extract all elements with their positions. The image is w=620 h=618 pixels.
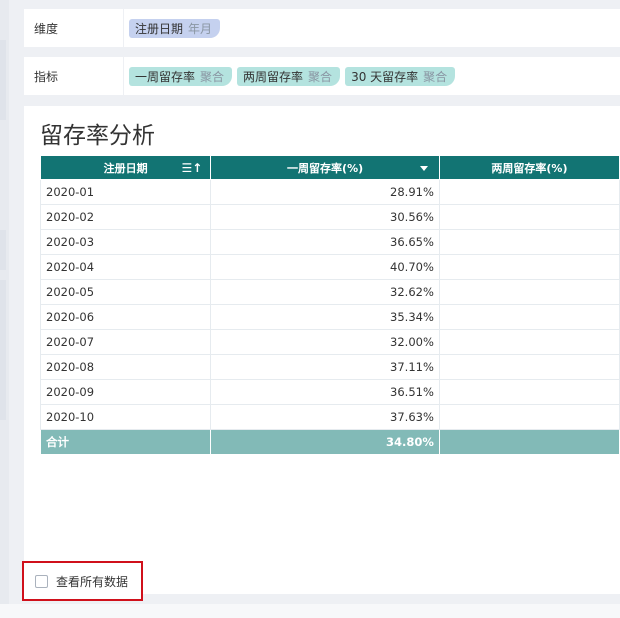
cell-week2 <box>438 254 620 280</box>
cell-date: 2020-05 <box>39 279 212 305</box>
rail-segment <box>0 230 6 270</box>
cell-date: 2020-04 <box>39 254 212 280</box>
view-all-data-toggle[interactable]: 查看所有数据 <box>22 561 143 601</box>
cell-date: 2020-08 <box>39 354 212 380</box>
cell-date: 2020-01 <box>39 179 212 205</box>
table-row: 2020-03 36.65% <box>39 229 620 255</box>
cell-week2 <box>438 179 620 205</box>
cell-date: 2020-02 <box>39 204 212 230</box>
cell-date: 2020-10 <box>39 404 212 430</box>
pill-aggregation[interactable]: 聚合 <box>200 68 224 85</box>
cell-week2 <box>438 204 620 230</box>
cell-date: 2020-03 <box>39 229 212 255</box>
table-row: 2020-04 40.70% <box>39 254 620 280</box>
column-header-date[interactable]: 注册日期 ☰↑ <box>39 155 212 180</box>
table-row: 2020-01 28.91% <box>39 179 620 205</box>
cell-week2 <box>438 229 620 255</box>
table-row: 2020-09 36.51% <box>39 379 620 405</box>
pill-aggregation[interactable]: 聚合 <box>423 68 447 85</box>
sort-icon[interactable]: ☰↑ <box>181 161 202 175</box>
table-row: 2020-02 30.56% <box>39 204 620 230</box>
total-week1: 34.80% <box>210 429 440 455</box>
total-week2 <box>438 429 620 455</box>
metric-pill-week1[interactable]: 一周留存率 聚合 <box>129 66 233 86</box>
table-row: 2020-10 37.63% <box>39 404 620 430</box>
pill-field-name: 一周留存率 <box>135 69 196 84</box>
cell-week1: 32.00% <box>210 329 440 355</box>
cell-week1: 35.34% <box>210 304 440 330</box>
table-row: 2020-05 32.62% <box>39 279 620 305</box>
table-row: 2020-08 37.11% <box>39 354 620 380</box>
dimension-row: 维度 注册日期 年月 <box>24 9 620 47</box>
report-title: 留存率分析 <box>40 123 155 149</box>
total-row: 合计 34.80% <box>39 429 620 455</box>
dimension-pill-register-date[interactable]: 注册日期 年月 <box>129 18 221 38</box>
pill-aggregation[interactable]: 聚合 <box>308 68 332 85</box>
column-header-week2[interactable]: 两周留存率(%) <box>438 155 620 180</box>
cell-week1: 36.65% <box>210 229 440 255</box>
metric-pills: 一周留存率 聚合 两周留存率 聚合 30 天留存率 聚合 <box>124 66 620 86</box>
report-table: 注册日期 ☰↑ 一周留存率(%) 两周留存率(%) 2020-01 28.91% 2… <box>39 155 620 455</box>
cell-week1: 30.56% <box>210 204 440 230</box>
metrics-label: 指标 <box>24 57 124 95</box>
table-header-row: 注册日期 ☰↑ 一周留存率(%) 两周留存率(%) <box>39 155 620 180</box>
dimension-label: 维度 <box>24 9 124 47</box>
dimension-pills: 注册日期 年月 <box>124 18 620 38</box>
cell-week1: 36.51% <box>210 379 440 405</box>
cell-week1: 40.70% <box>210 254 440 280</box>
rail-segment <box>0 40 6 120</box>
pill-aggregation[interactable]: 年月 <box>188 20 212 37</box>
cell-date: 2020-07 <box>39 329 212 355</box>
cell-date: 2020-06 <box>39 304 212 330</box>
metric-pill-week2[interactable]: 两周留存率 聚合 <box>237 66 341 86</box>
cell-week2 <box>438 404 620 430</box>
cell-week1: 37.63% <box>210 404 440 430</box>
cell-date: 2020-09 <box>39 379 212 405</box>
report-panel: 留存率分析 注册日期 ☰↑ 一周留存率(%) 两周留存率(%) 2020-01 2… <box>24 106 620 594</box>
view-all-checkbox[interactable] <box>35 574 48 588</box>
cell-week1: 32.62% <box>210 279 440 305</box>
total-label: 合计 <box>39 429 212 455</box>
cell-week2 <box>438 379 620 405</box>
cell-week2 <box>438 279 620 305</box>
rail-segment <box>0 280 6 420</box>
cell-week1: 28.91% <box>210 179 440 205</box>
column-header-label: 两周留存率(%) <box>491 161 568 175</box>
column-header-label: 一周留存率(%) <box>287 161 364 175</box>
pill-field-name: 两周留存率 <box>243 69 304 84</box>
table-row: 2020-07 32.00% <box>39 329 620 355</box>
column-header-week1[interactable]: 一周留存率(%) <box>210 155 440 180</box>
left-rail <box>0 0 9 610</box>
column-header-label: 注册日期 <box>103 161 148 175</box>
cell-week1: 37.11% <box>210 354 440 380</box>
view-all-label[interactable]: 查看所有数据 <box>56 573 128 590</box>
pill-field-name: 注册日期 <box>135 21 184 36</box>
table-row: 2020-06 35.34% <box>39 304 620 330</box>
cell-week2 <box>438 329 620 355</box>
pill-field-name: 30 天留存率 <box>351 69 419 84</box>
cell-week2 <box>438 354 620 380</box>
metrics-row: 指标 一周留存率 聚合 两周留存率 聚合 30 天留存率 聚合 <box>24 57 620 95</box>
sort-desc-icon[interactable] <box>419 166 428 171</box>
bottom-strip <box>0 604 620 618</box>
metric-pill-day30[interactable]: 30 天留存率 聚合 <box>345 66 456 86</box>
cell-week2 <box>438 304 620 330</box>
